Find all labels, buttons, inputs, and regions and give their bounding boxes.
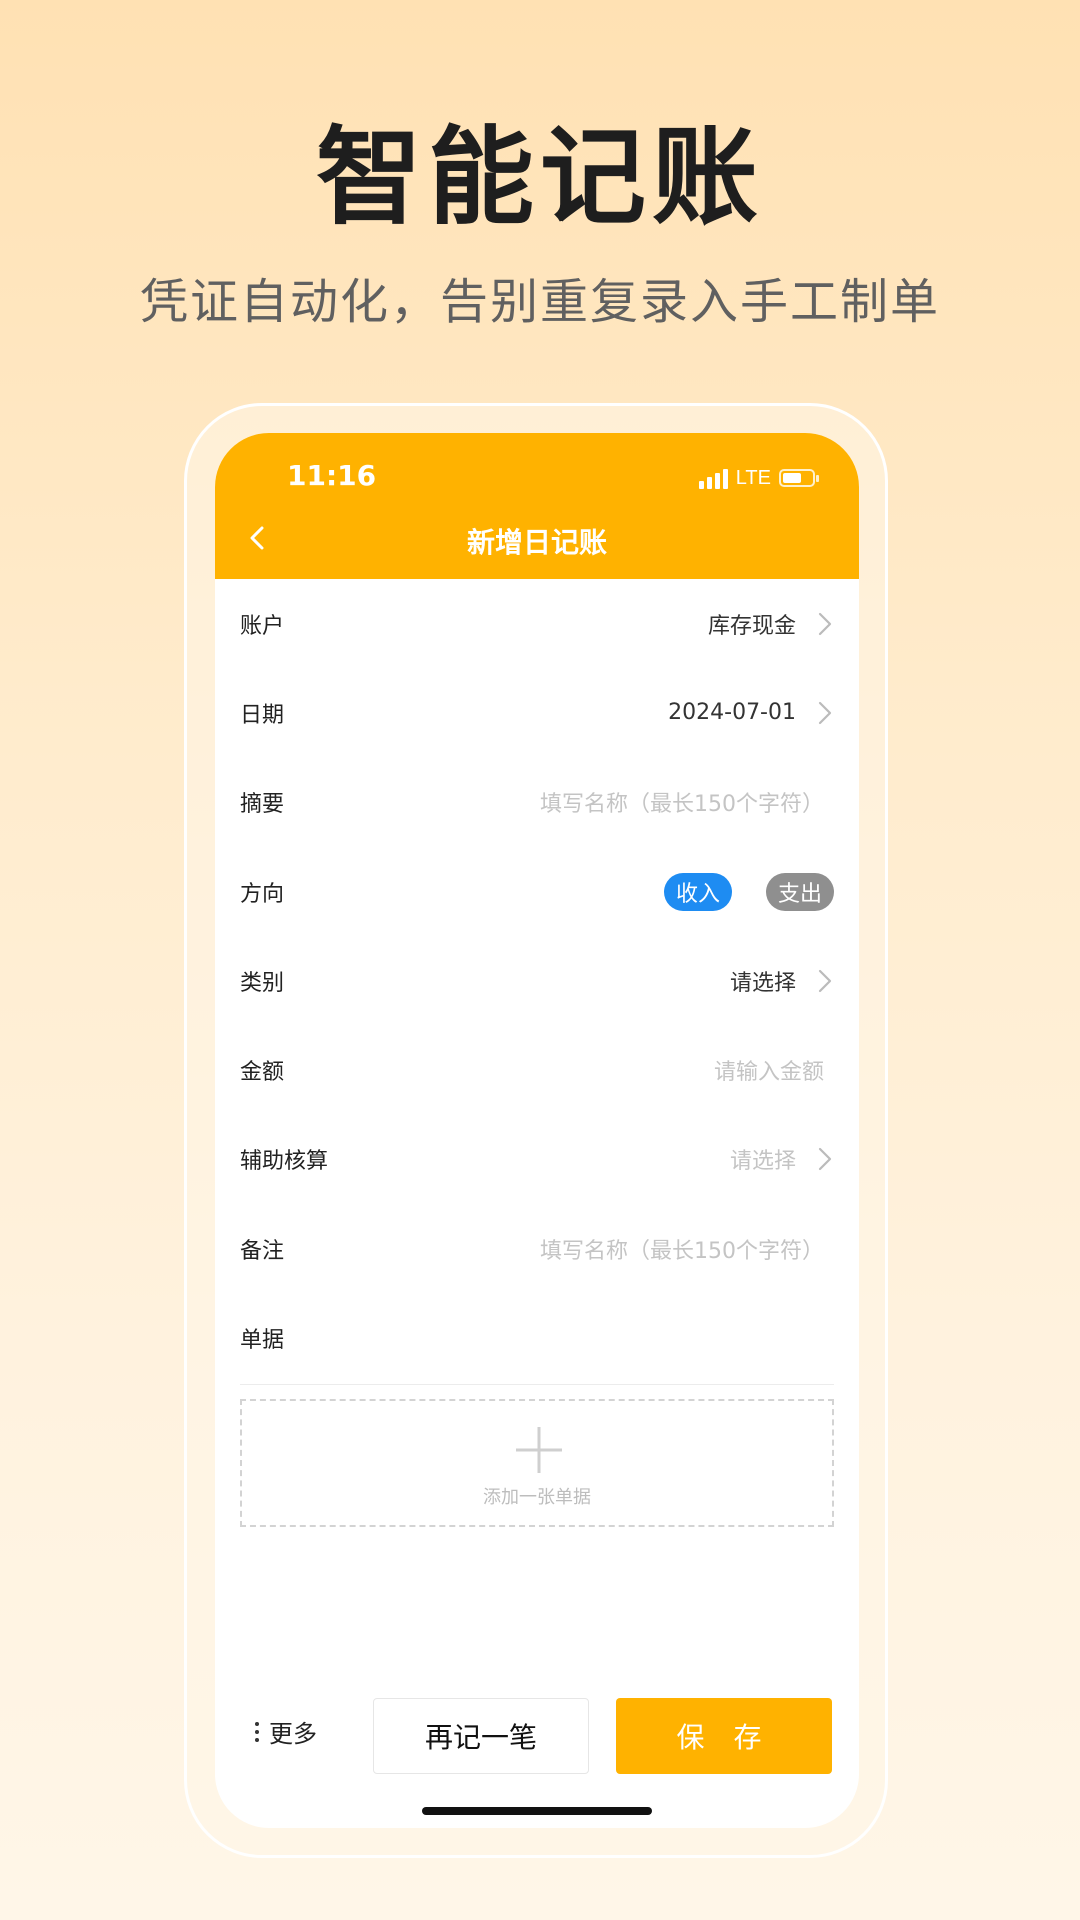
direction-expense-toggle[interactable]: 支出 (765, 872, 834, 911)
direction-label: 方向 (240, 881, 285, 907)
remark-input[interactable]: 填写名称（最长150个字符） (540, 1233, 824, 1265)
direction-row: 方向 收入 支出 (215, 847, 859, 936)
remark-label: 备注 (240, 1238, 285, 1264)
date-row[interactable]: 日期 2024-07-01 (215, 668, 859, 757)
date-value[interactable]: 2024-07-01 (668, 700, 796, 725)
summary-input[interactable]: 填写名称（最长150个字符） (540, 786, 824, 818)
auxiliary-row[interactable]: 辅助核算 请选择 (215, 1115, 859, 1204)
hero-title: 智能记账 (316, 116, 764, 239)
summary-label: 摘要 (240, 792, 285, 818)
category-row[interactable]: 类别 请选择 (215, 936, 859, 1025)
phone-screen: 11:16 LTE 新增日记账 账户 库存现金 日期 2024-07-01 摘要… (215, 433, 859, 1828)
chevron-right-icon (818, 969, 832, 992)
network-type: LTE (735, 466, 771, 489)
page-title: 新增日记账 (466, 526, 607, 559)
save-button[interactable]: 保 存 (616, 1698, 832, 1774)
auxiliary-select[interactable]: 请选择 (730, 1143, 796, 1175)
divider (240, 1384, 834, 1385)
account-label: 账户 (240, 613, 285, 639)
signal-icon (698, 467, 728, 489)
battery-icon (779, 469, 819, 487)
status-time: 11:16 (287, 459, 377, 492)
date-label: 日期 (240, 702, 285, 728)
auxiliary-label: 辅助核算 (240, 1149, 329, 1175)
bottom-action-bar: 更多 再记一笔 保 存 (215, 1698, 859, 1778)
more-label: 更多 (269, 1720, 317, 1748)
more-button[interactable]: 更多 (255, 1714, 317, 1749)
app-header: 11:16 LTE 新增日记账 (215, 433, 859, 579)
chevron-right-icon (818, 1148, 832, 1171)
receipt-row: 单据 (215, 1293, 859, 1382)
amount-label: 金额 (240, 1060, 285, 1086)
status-icons: LTE (698, 465, 819, 491)
summary-row[interactable]: 摘要 填写名称（最长150个字符） (215, 758, 859, 847)
journal-form: 账户 库存现金 日期 2024-07-01 摘要 填写名称（最长150个字符） … (215, 579, 859, 1385)
direction-income-toggle[interactable]: 收入 (663, 872, 732, 911)
plus-icon (516, 1427, 562, 1473)
add-another-button[interactable]: 再记一笔 (373, 1698, 589, 1774)
category-select[interactable]: 请选择 (730, 965, 796, 997)
amount-row[interactable]: 金额 请输入金额 (215, 1025, 859, 1114)
account-value[interactable]: 库存现金 (708, 608, 796, 640)
remark-row[interactable]: 备注 填写名称（最长150个字符） (215, 1204, 859, 1293)
chevron-right-icon (818, 701, 832, 725)
hero-subtitle: 凭证自动化，告别重复录入手工制单 (139, 274, 940, 330)
amount-input[interactable]: 请输入金额 (714, 1054, 824, 1086)
category-label: 类别 (240, 970, 285, 996)
home-indicator (422, 1807, 652, 1815)
chevron-right-icon (818, 612, 832, 635)
receipt-label: 单据 (240, 1328, 285, 1354)
account-row[interactable]: 账户 库存现金 (215, 579, 859, 668)
add-receipt-label: 添加一张单据 (483, 1487, 591, 1508)
more-vertical-icon (255, 1721, 259, 1742)
add-receipt-dropzone[interactable]: 添加一张单据 (240, 1399, 834, 1527)
